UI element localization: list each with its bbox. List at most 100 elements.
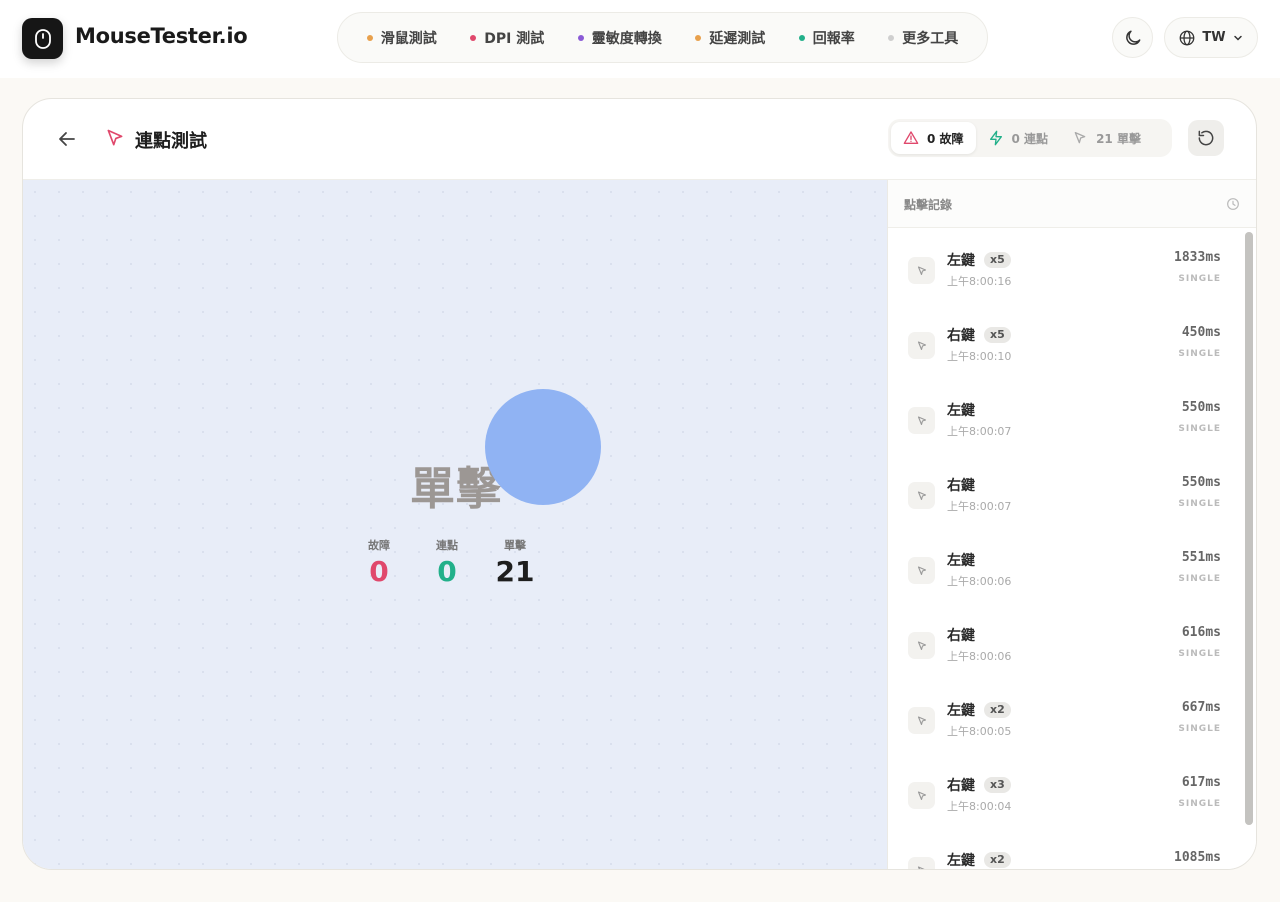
globe-icon (1180, 30, 1195, 45)
cursor-pointer-icon (1074, 132, 1086, 144)
nav-dot (888, 34, 895, 41)
log-count-badge: x3 (984, 777, 1011, 793)
fault-count-label: 0 故障 (927, 131, 964, 146)
stat-item: 連點 0 (431, 537, 463, 588)
cursor-pointer-icon (908, 707, 935, 734)
log-entry: 左鍵 x2 1085ms (888, 828, 1243, 869)
log-button-name: 左鍵 (947, 853, 975, 869)
log-interval: 617ms (1181, 775, 1221, 790)
log-count-badge: x5 (984, 252, 1011, 268)
log-button-name: 右鍵 (947, 778, 975, 794)
log-button-name: 右鍵 (947, 628, 975, 644)
log-count-badge: x2 (984, 852, 1011, 868)
single-count-label: 21 單擊 (1096, 131, 1141, 146)
reset-button[interactable] (1188, 120, 1224, 156)
scrollbar-thumb[interactable] (1245, 232, 1253, 825)
stat-item: 單擊 21 (496, 537, 535, 588)
log-interval: 616ms (1181, 625, 1221, 640)
click-test-area[interactable]: 單擊 故障 0 連點 0 單擊 21 (23, 180, 887, 869)
log-entry: 右鍵上午8:00:07 550ms SINGLE (888, 453, 1243, 528)
log-timestamp: 上午8:00:10 (947, 350, 1012, 363)
nav-label: DPI 測試 (484, 30, 545, 47)
log-timestamp: 上午8:00:04 (947, 800, 1012, 813)
log-button-name: 左鍵 (947, 253, 975, 269)
log-interval: 551ms (1181, 550, 1221, 565)
cursor-pointer-icon (908, 257, 935, 284)
log-click-type: SINGLE (1178, 799, 1221, 809)
log-entry: 左鍵 上午8:00:07 550ms SINGLE (888, 378, 1243, 453)
nav-item[interactable]: DPI 測試 (470, 28, 544, 48)
card-header: 連點測試 0 故障 0 連點 21 單擊 (23, 99, 1256, 180)
nav-item[interactable]: 回報率 (798, 28, 855, 48)
burst-count-label: 0 連點 (1011, 131, 1049, 146)
log-timestamp: 上午8:00:07 (947, 500, 1012, 513)
log-click-type: SINGLE (1178, 724, 1221, 734)
back-arrow-icon[interactable] (55, 127, 79, 151)
log-scrollbar[interactable] (1245, 232, 1253, 825)
nav-label: 滑鼠測試 (380, 30, 437, 47)
log-interval: 450ms (1181, 325, 1221, 340)
nav-dot (577, 34, 584, 41)
stat-label: 單擊 (504, 539, 526, 552)
log-click-type: SINGLE (1178, 574, 1221, 584)
log-button-name: 右鍵 (947, 478, 975, 494)
stat-value: 0 (437, 555, 457, 588)
cursor-pointer-icon (908, 782, 935, 809)
log-interval: 1833ms (1174, 250, 1221, 265)
log-button-name: 左鍵 (947, 703, 975, 719)
reset-icon (1198, 130, 1214, 146)
log-click-type: SINGLE (1178, 349, 1221, 359)
log-click-type: SINGLE (1178, 499, 1221, 509)
nav-label: 回報率 (812, 30, 855, 47)
log-count-badge: x5 (984, 327, 1011, 343)
log-list[interactable]: 左鍵 x5 上午8:00:16 1833ms SINGLE 右鍵 x5 上午8:00:10 45… (888, 228, 1243, 869)
log-timestamp: 上午8:00:16 (947, 275, 1012, 288)
stat-item: 故障 0 (363, 537, 395, 588)
log-button-name: 右鍵 (947, 328, 975, 344)
log-interval: 550ms (1181, 475, 1221, 490)
log-entry: 右鍵 上午8:00:06 616ms SINGLE (888, 603, 1243, 678)
stats-filter-bar: 0 故障 0 連點 21 單擊 (888, 119, 1172, 157)
log-click-type: SINGLE (1178, 649, 1221, 659)
nav-label: 靈敏度轉換 (591, 30, 662, 47)
language-label: TW (1202, 30, 1226, 45)
chevron-down-icon (1233, 35, 1242, 41)
fault-filter-tab[interactable]: 0 故障 (891, 122, 976, 154)
nav-item[interactable]: 靈敏度轉換 (577, 28, 662, 48)
cursor-pointer-icon (908, 482, 935, 509)
language-selector[interactable]: TW (1164, 17, 1258, 58)
nav-item[interactable]: 滑鼠測試 (366, 28, 437, 48)
logo-text[interactable]: MouseTester.io (75, 24, 248, 48)
nav-dot (695, 34, 702, 41)
nav-label: 延遲測試 (709, 30, 766, 47)
main-nav: 滑鼠測試 DPI 測試 靈敏度轉換 延遲測試 回報率 更多工具 (337, 12, 988, 63)
single-filter-tab[interactable]: 21 單擊 (1060, 122, 1153, 154)
log-interval: 550ms (1181, 400, 1221, 415)
log-timestamp: 上午8:00:06 (947, 575, 1012, 588)
stat-value: 0 (369, 555, 389, 588)
summary-stats: 故障 0 連點 0 單擊 21 (363, 537, 535, 588)
burst-filter-tab[interactable]: 0 連點 (976, 122, 1061, 154)
logo-mark[interactable] (22, 18, 63, 59)
cursor-pointer-icon (107, 129, 123, 146)
stat-label: 故障 (368, 539, 390, 552)
click-indicator-circle (485, 389, 601, 505)
moon-icon (1125, 30, 1140, 45)
log-entry: 左鍵 x2 上午8:00:05 667ms SINGLE (888, 678, 1243, 753)
click-log-panel: 點擊記錄 左鍵 x5 上午8:00:16 1833ms SINGLE 右鍵 x5 上午8:00… (887, 180, 1256, 869)
log-entry: 右鍵 x5 上午8:00:10 450ms SINGLE (888, 303, 1243, 378)
nav-item[interactable]: 延遲測試 (695, 28, 765, 48)
log-timestamp: 上午8:00:07 (947, 425, 1012, 438)
log-entry: 左鍵 x5 上午8:00:16 1833ms SINGLE (888, 228, 1243, 303)
log-interval: 1085ms (1174, 850, 1221, 865)
cursor-pointer-icon (908, 857, 935, 869)
log-button-name: 左鍵 (947, 553, 975, 569)
test-card: 連點測試 0 故障 0 連點 21 單擊 單擊 故障 0 連點 0 單擊 21 … (22, 98, 1257, 870)
top-header: MouseTester.io 滑鼠測試 DPI 測試 靈敏度轉換 延遲測試 回報率 更多工… (0, 0, 1280, 78)
log-count-badge: x2 (984, 702, 1011, 718)
lightning-icon (989, 130, 1002, 146)
log-timestamp: 上午8:00:05 (947, 725, 1012, 738)
history-icon[interactable] (1225, 196, 1241, 212)
nav-item[interactable]: 更多工具 (888, 28, 958, 48)
theme-toggle-button[interactable] (1112, 17, 1153, 58)
